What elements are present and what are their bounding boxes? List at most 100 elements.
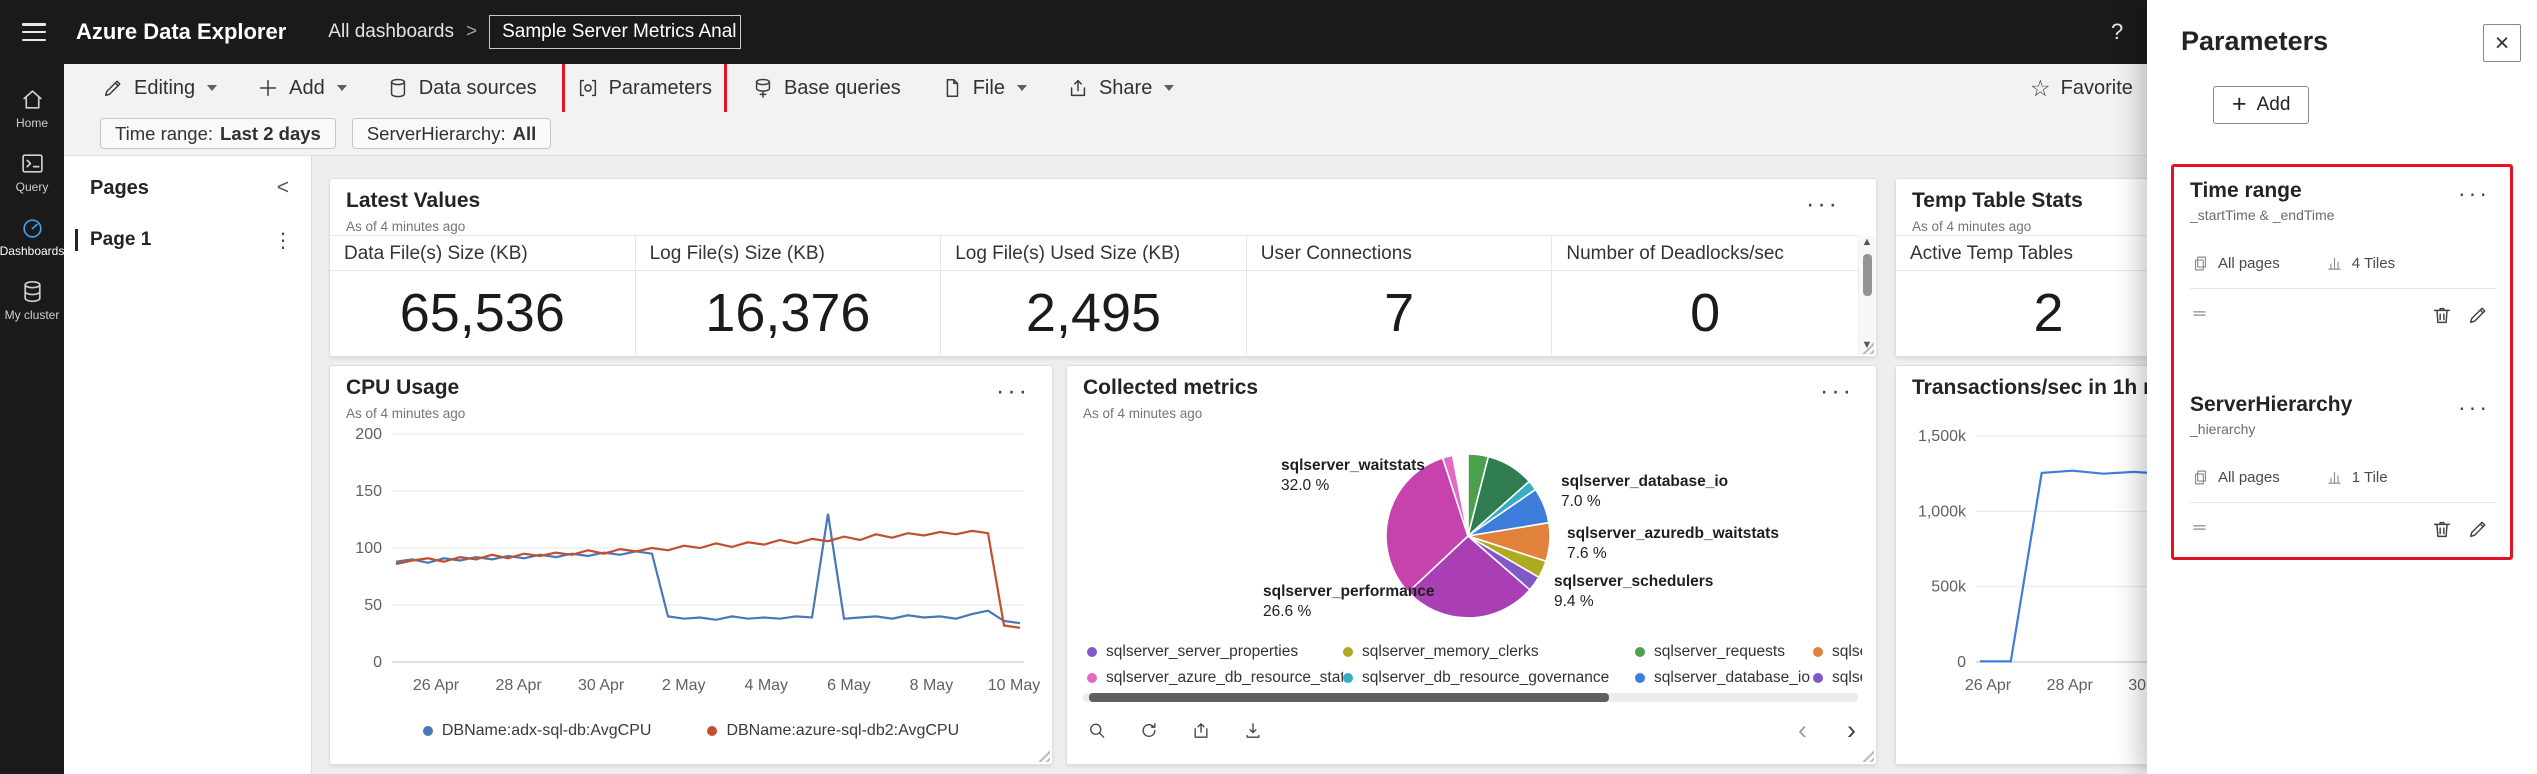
legend-item[interactable]: sqlserv (1813, 666, 1862, 689)
svg-text:6 May: 6 May (827, 677, 871, 694)
collapse-pages-icon[interactable]: < (271, 176, 295, 200)
server-hierarchy-pill[interactable]: ServerHierarchy: All (351, 118, 552, 149)
pager-next-icon[interactable]: › (1841, 716, 1862, 745)
tile-title: Temp Table Stats (1912, 189, 2083, 212)
stat-value: 2,495 (1025, 283, 1162, 343)
legend-dot (1813, 646, 1823, 657)
legend-item[interactable]: sqlserver_database_io (1635, 666, 1813, 689)
stat-header: Data File(s) Size (KB) (330, 235, 635, 271)
plus-icon (260, 79, 277, 97)
pager-prev-icon[interactable]: ‹ (1792, 716, 1813, 745)
more-icon[interactable]: ··· (1800, 191, 1846, 218)
stat-header: User Connections (1246, 235, 1552, 271)
tiles-chart-icon (2327, 257, 2341, 270)
download-icon[interactable] (1237, 714, 1269, 746)
parameters-panel: Parameters × + Add Time range _startTime… (2147, 0, 2537, 774)
tile-footer-toolbar: ‹ › (1081, 710, 1862, 750)
legend-item[interactable]: sqlserver_memory_clerks (1343, 640, 1635, 663)
card-more-icon[interactable]: ··· (2452, 181, 2496, 206)
refresh-icon[interactable] (1133, 714, 1165, 746)
editing-menu-button[interactable]: Editing (94, 68, 225, 108)
stat-column: Log File(s) Size (KB) 16,376 (635, 235, 942, 355)
time-range-pill[interactable]: Time range: Last 2 days (100, 118, 336, 149)
delete-parameter-icon[interactable] (2424, 511, 2460, 547)
scrollbar-thumb[interactable] (1862, 254, 1872, 296)
add-menu-button[interactable]: Add (249, 68, 355, 108)
svg-text:50: 50 (364, 597, 382, 614)
legend-item[interactable]: sqlserver_db_resource_governance (1343, 666, 1635, 689)
stat-header: Log File(s) Used Size (KB) (941, 235, 1246, 271)
sidebar-item-my-cluster[interactable]: My cluster (0, 268, 64, 332)
left-nav-rail: Home Query Dashboards My cluster (0, 64, 64, 774)
edit-parameter-icon[interactable] (2460, 297, 2496, 333)
card-more-icon[interactable]: ··· (2452, 395, 2496, 420)
edit-parameter-icon[interactable] (2460, 511, 2496, 547)
drag-handle-icon[interactable] (2190, 518, 2209, 540)
drag-handle-icon[interactable] (2190, 304, 2209, 326)
legend-dot (1087, 646, 1097, 657)
more-icon[interactable]: ··· (1814, 378, 1860, 405)
legend-item[interactable]: DBName:azure-sql-db2:AvgCPU (707, 722, 959, 740)
favorite-button[interactable]: ☆ Favorite (2022, 68, 2141, 108)
tile-collected-metrics: Collected metrics As of 4 minutes ago ··… (1066, 365, 1877, 765)
share-menu-button[interactable]: Share (1059, 68, 1182, 108)
page-item-page-1[interactable]: Page 1 ⋮ (64, 220, 311, 260)
sidebar-item-dashboards[interactable]: Dashboards (0, 204, 64, 268)
app-root: Azure Data Explorer All dashboards > Sam… (0, 0, 2537, 774)
panel-title: Parameters (2181, 26, 2329, 56)
app-title: Azure Data Explorer (76, 19, 287, 44)
cpu-line-chart[interactable]: 0 50 100 150 200 26 Apr 28 Apr 30 Apr 2 May 4 May… (340, 424, 1040, 698)
legend-item[interactable]: sqlserver_server_properties (1087, 640, 1343, 663)
sidebar-item-query[interactable]: Query (0, 140, 64, 204)
page-kebab-icon[interactable]: ⋮ (267, 227, 299, 254)
file-icon (946, 79, 958, 97)
legend-item[interactable]: sqlserver_requests (1635, 640, 1813, 663)
stat-column: Data File(s) Size (KB) 65,536 (330, 235, 636, 355)
more-icon[interactable]: ··· (990, 378, 1036, 405)
sidebar-item-home[interactable]: Home (0, 76, 64, 140)
scroll-up-icon[interactable]: ▲ (1862, 236, 1873, 248)
collected-metrics-pie-chart[interactable]: sqlserver_waitstats 32.0 % sqlserver_data… (1077, 432, 1867, 638)
legend-dot (1343, 672, 1353, 683)
resize-grip[interactable] (1035, 747, 1050, 762)
close-icon[interactable]: × (2483, 24, 2521, 62)
parameters-button[interactable]: Parameters (561, 61, 727, 115)
file-menu-button[interactable]: File (933, 68, 1035, 108)
help-icon[interactable]: ? (2105, 0, 2129, 64)
stat-column: Log File(s) Used Size (KB) 2,495 (941, 235, 1247, 355)
breadcrumb-all-dashboards[interactable]: All dashboards (328, 21, 454, 43)
vertical-scrollbar[interactable]: ▲ ▼ (1858, 236, 1875, 355)
horizontal-scrollbar[interactable] (1083, 693, 1858, 702)
cpu-chart-legend: DBName:adx-sql-db:AvgCPU DBName:azure-sq… (330, 722, 1052, 740)
scrollbar-thumb[interactable] (1089, 693, 1609, 702)
svg-text:0: 0 (373, 654, 382, 671)
pages-icon (2194, 470, 2207, 485)
legend-item[interactable]: sqlserver_azure_db_resource_stats (1087, 666, 1343, 689)
stat-value: 65,536 (399, 283, 565, 343)
zoom-icon[interactable] (1081, 714, 1113, 746)
divider (2190, 502, 2496, 503)
tile-subtitle: As of 4 minutes ago (346, 406, 466, 421)
hamburger-menu-icon[interactable] (22, 21, 50, 43)
dashboard-name-input[interactable]: Sample Server Metrics Anal (489, 15, 742, 49)
query-icon (21, 154, 43, 173)
selected-indicator (75, 229, 78, 251)
legend-dot (1813, 672, 1823, 683)
add-parameter-button[interactable]: + Add (2213, 86, 2310, 124)
legend-dot (1635, 672, 1645, 683)
pie-callout: sqlserver_database_io 7.0 % (1561, 473, 1729, 511)
dashboards-icon (22, 219, 42, 238)
base-queries-button[interactable]: Base queries (744, 68, 909, 108)
legend-item[interactable]: sqlserv (1813, 640, 1862, 663)
svg-text:26 Apr: 26 Apr (413, 677, 460, 694)
delete-parameter-icon[interactable] (2424, 297, 2460, 333)
svg-text:28 Apr: 28 Apr (2047, 677, 2094, 694)
parameter-variables: _hierarchy (2190, 421, 2256, 437)
database-icon (390, 78, 405, 98)
parameter-variables: _startTime & _endTime (2190, 207, 2335, 223)
legend-dot (1087, 672, 1097, 683)
svg-text:0: 0 (1957, 654, 1966, 671)
data-sources-button[interactable]: Data sources (379, 68, 545, 108)
legend-item[interactable]: DBName:adx-sql-db:AvgCPU (422, 722, 651, 740)
expand-icon[interactable] (1185, 714, 1217, 746)
